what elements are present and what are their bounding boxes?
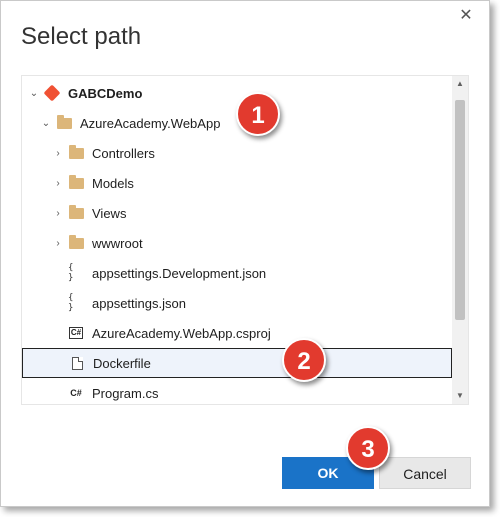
chevron-right-icon[interactable]: › — [52, 208, 64, 219]
chevron-right-icon[interactable]: › — [52, 178, 64, 189]
folder-icon — [68, 144, 84, 160]
folder-icon — [68, 174, 84, 190]
tree-item-wwwroot[interactable]: › wwwroot — [52, 228, 484, 258]
folder-icon — [68, 234, 84, 250]
chevron-down-icon[interactable]: ⌄ — [40, 118, 52, 129]
file-icon — [69, 356, 85, 370]
csharp-file-icon: C# — [70, 388, 82, 398]
tree-item-label: Controllers — [92, 145, 155, 161]
csproj-file-icon: C# — [68, 327, 84, 339]
json-file-icon: { } — [68, 293, 74, 313]
tree-item-label: appsettings.json — [92, 295, 186, 311]
folder-icon — [56, 114, 72, 130]
git-repo-icon — [43, 84, 61, 102]
step-badge-1: 1 — [236, 92, 280, 136]
tree-scrollbar[interactable]: ▲ ▼ — [452, 76, 468, 404]
select-path-dialog: ✕ Select path ⌄ GABCDemo ⌄ AzureAcademy.… — [0, 0, 490, 507]
tree-item-label: Views — [92, 205, 127, 221]
json-file-icon: { } — [68, 263, 74, 283]
chevron-right-icon[interactable]: › — [52, 148, 64, 159]
tree-item-dockerfile[interactable]: Dockerfile — [22, 348, 452, 378]
scroll-down-icon[interactable]: ▼ — [452, 388, 468, 404]
tree-item-label: appsettings.Development.json — [92, 265, 267, 281]
tree-item-label: AzureAcademy.WebApp.csproj — [92, 325, 271, 341]
tree-item-label: Models — [92, 175, 134, 191]
close-icon[interactable]: ✕ — [457, 7, 475, 25]
cancel-button[interactable]: Cancel — [379, 457, 471, 489]
step-badge-2: 2 — [282, 338, 326, 382]
tree-item-label: Dockerfile — [93, 355, 151, 371]
tree-item-controllers[interactable]: › Controllers — [52, 138, 484, 168]
folder-icon — [68, 204, 84, 220]
dialog-title: Select path — [21, 23, 142, 50]
tree-item-label: GABCDemo — [68, 85, 143, 101]
tree-item-label: AzureAcademy.WebApp — [80, 115, 221, 131]
chevron-down-icon[interactable]: ⌄ — [28, 88, 40, 99]
chevron-right-icon[interactable]: › — [52, 238, 64, 249]
scroll-thumb[interactable] — [455, 100, 465, 320]
scroll-up-icon[interactable]: ▲ — [452, 76, 468, 92]
tree-item-appsettings-json[interactable]: { } appsettings.json — [64, 288, 496, 318]
tree-item-label: wwwroot — [92, 235, 143, 251]
tree-item-views[interactable]: › Views — [52, 198, 484, 228]
tree-item-appsettings-development-json[interactable]: { } appsettings.Development.json — [64, 258, 496, 288]
step-badge-3: 3 — [346, 426, 390, 470]
tree-item-program-cs[interactable]: C# Program.cs — [64, 378, 496, 408]
tree-item-label: Program.cs — [92, 385, 159, 401]
tree-item-models[interactable]: › Models — [52, 168, 484, 198]
tree-item-csproj[interactable]: C# AzureAcademy.WebApp.csproj — [64, 318, 496, 348]
